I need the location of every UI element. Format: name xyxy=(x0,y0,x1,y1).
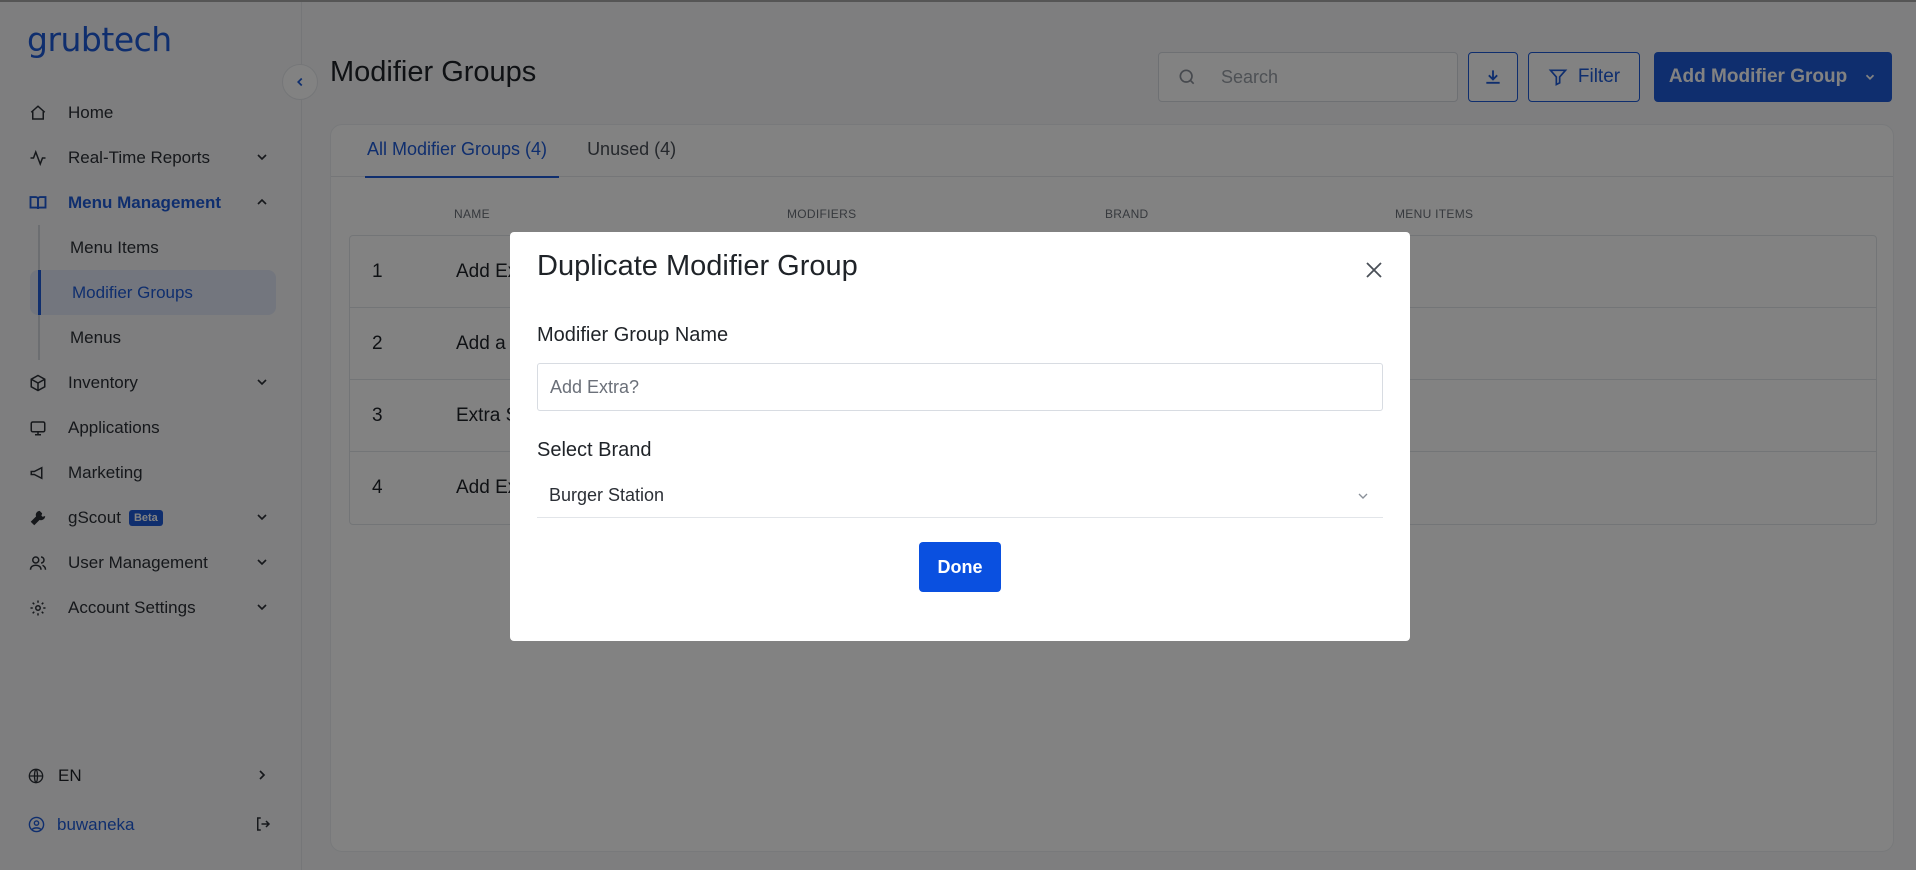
brand-select-value: Burger Station xyxy=(549,485,665,505)
select-brand-label: Select Brand xyxy=(537,439,652,461)
close-icon[interactable] xyxy=(1362,258,1386,282)
done-button[interactable]: Done xyxy=(919,542,1001,592)
modifier-group-name-input[interactable] xyxy=(537,363,1383,411)
modifier-group-name-label: Modifier Group Name xyxy=(537,324,729,346)
dialog-title: Duplicate Modifier Group xyxy=(537,250,858,282)
chevron-down-icon xyxy=(1358,493,1368,499)
duplicate-modifier-group-dialog: Duplicate Modifier Group Modifier Group … xyxy=(510,232,1410,641)
brand-select[interactable]: Burger Station xyxy=(537,474,1383,518)
window-top-border xyxy=(0,0,1916,2)
